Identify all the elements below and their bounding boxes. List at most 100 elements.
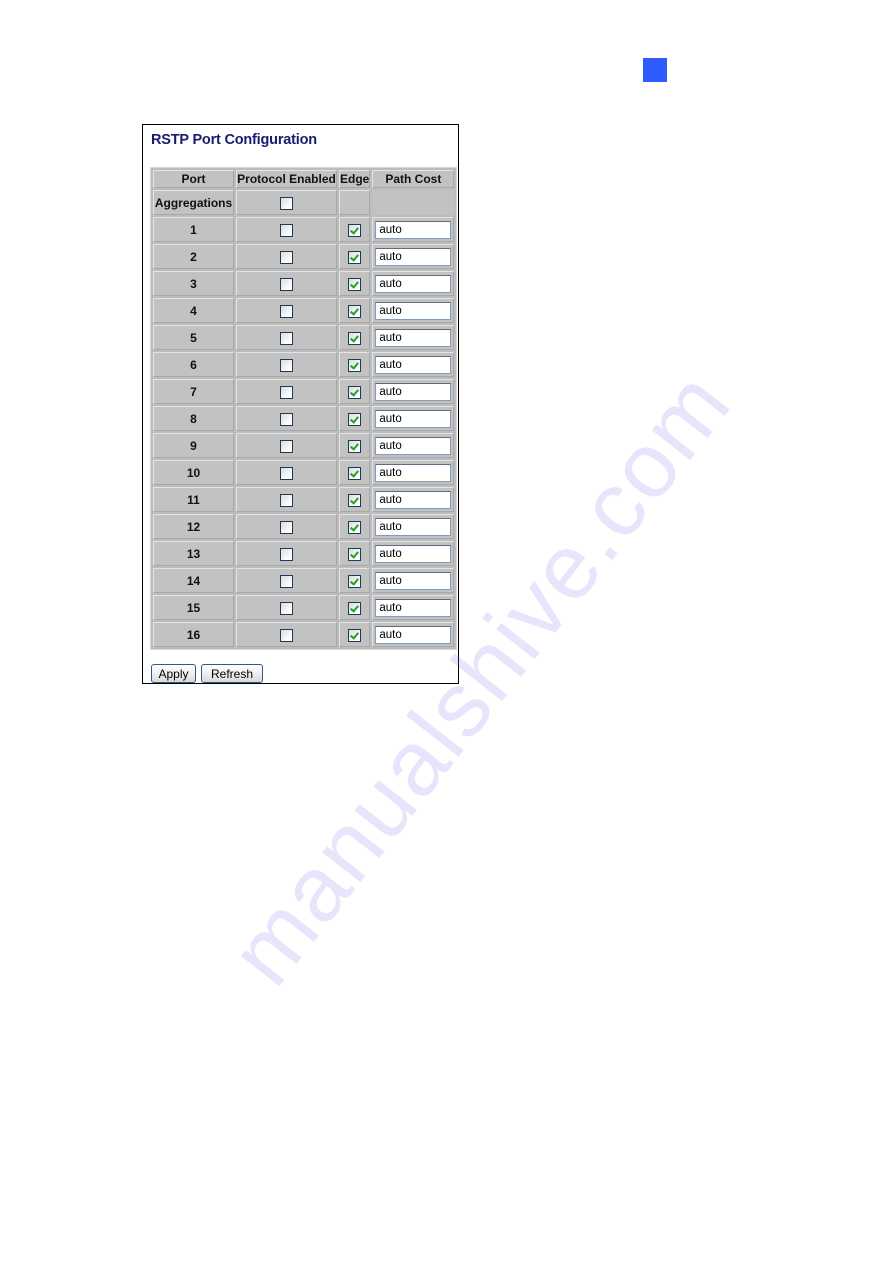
path-cost-input[interactable]: [375, 625, 452, 644]
edge-checkbox[interactable]: [348, 601, 362, 615]
protocol-enabled-cell: [236, 595, 337, 620]
edge-checkbox[interactable]: [348, 574, 362, 588]
port-config-table: Port Protocol Enabled Edge Path Cost Agg…: [150, 167, 458, 650]
table-row: 4: [153, 298, 455, 323]
protocol-enabled-checkbox[interactable]: [280, 439, 293, 453]
path-cost-input[interactable]: [375, 517, 452, 536]
path-cost-input[interactable]: [375, 274, 452, 293]
protocol-enabled-checkbox[interactable]: [280, 223, 293, 237]
port-number: 9: [153, 433, 234, 458]
apply-button[interactable]: Apply: [151, 664, 196, 683]
path-cost-cell: [372, 379, 455, 404]
protocol-enabled-checkbox[interactable]: [280, 574, 293, 588]
path-cost-input[interactable]: [375, 409, 452, 428]
path-cost-input[interactable]: [375, 598, 452, 617]
port-number: 12: [153, 514, 234, 539]
protocol-enabled-cell: [236, 298, 337, 323]
path-cost-cell: [372, 433, 455, 458]
edge-cell: [339, 298, 371, 323]
protocol-enabled-checkbox[interactable]: [280, 331, 293, 345]
protocol-enabled-checkbox[interactable]: [280, 358, 293, 372]
table-row: 2: [153, 244, 455, 269]
port-number: 3: [153, 271, 234, 296]
path-cost-input[interactable]: [375, 382, 452, 401]
protocol-enabled-checkbox[interactable]: [280, 547, 293, 561]
path-cost-cell: [372, 514, 455, 539]
edge-checkbox[interactable]: [348, 331, 362, 345]
protocol-enabled-checkbox[interactable]: [280, 385, 293, 399]
aggregations-protocol-cell: [236, 190, 337, 215]
aggregations-edge-cell: [339, 190, 371, 215]
protocol-enabled-checkbox[interactable]: [280, 304, 293, 318]
protocol-enabled-cell: [236, 460, 337, 485]
path-cost-input[interactable]: [375, 301, 452, 320]
action-buttons: Apply Refresh: [151, 664, 263, 683]
table-row: 8: [153, 406, 455, 431]
path-cost-input[interactable]: [375, 328, 452, 347]
edge-cell: [339, 352, 371, 377]
path-cost-input[interactable]: [375, 355, 452, 374]
protocol-enabled-cell: [236, 217, 337, 242]
table-row: 15: [153, 595, 455, 620]
table-row: 10: [153, 460, 455, 485]
path-cost-input[interactable]: [375, 220, 452, 239]
protocol-enabled-checkbox[interactable]: [280, 277, 293, 291]
edge-checkbox[interactable]: [348, 358, 362, 372]
path-cost-input[interactable]: [375, 463, 452, 482]
edge-checkbox[interactable]: [348, 277, 362, 291]
port-number: 6: [153, 352, 234, 377]
edge-checkbox[interactable]: [348, 520, 362, 534]
edge-checkbox[interactable]: [348, 493, 362, 507]
protocol-enabled-cell: [236, 379, 337, 404]
protocol-enabled-checkbox[interactable]: [280, 466, 293, 480]
table-row: 16: [153, 622, 455, 647]
path-cost-cell: [372, 460, 455, 485]
protocol-enabled-cell: [236, 271, 337, 296]
path-cost-cell: [372, 406, 455, 431]
protocol-enabled-checkbox[interactable]: [280, 628, 293, 642]
path-cost-input[interactable]: [375, 490, 452, 509]
edge-checkbox[interactable]: [348, 466, 362, 480]
protocol-enabled-cell: [236, 433, 337, 458]
aggregations-path-cost-cell: [372, 190, 455, 215]
path-cost-input[interactable]: [375, 436, 452, 455]
edge-checkbox[interactable]: [348, 304, 362, 318]
refresh-button[interactable]: Refresh: [201, 664, 263, 683]
edge-checkbox[interactable]: [348, 547, 362, 561]
aggregations-row: Aggregations: [153, 190, 455, 215]
table-header-row: Port Protocol Enabled Edge Path Cost: [153, 170, 455, 188]
edge-cell: [339, 595, 371, 620]
table-row: 12: [153, 514, 455, 539]
edge-checkbox[interactable]: [348, 223, 362, 237]
path-cost-input[interactable]: [375, 571, 452, 590]
edge-checkbox[interactable]: [348, 439, 362, 453]
protocol-enabled-checkbox[interactable]: [280, 601, 293, 615]
edge-cell: [339, 622, 371, 647]
table-row: 3: [153, 271, 455, 296]
protocol-enabled-checkbox[interactable]: [280, 412, 293, 426]
path-cost-cell: [372, 352, 455, 377]
edge-cell: [339, 433, 371, 458]
port-number: 7: [153, 379, 234, 404]
edge-cell: [339, 487, 371, 512]
chapter-marker: [643, 58, 667, 82]
aggregations-protocol-enabled-checkbox[interactable]: [280, 196, 293, 210]
edge-checkbox[interactable]: [348, 385, 362, 399]
port-number: 2: [153, 244, 234, 269]
path-cost-input[interactable]: [375, 247, 452, 266]
edge-checkbox[interactable]: [348, 628, 362, 642]
path-cost-cell: [372, 622, 455, 647]
protocol-enabled-cell: [236, 352, 337, 377]
path-cost-cell: [372, 244, 455, 269]
protocol-enabled-checkbox[interactable]: [280, 250, 293, 264]
page-title: RSTP Port Configuration: [151, 132, 317, 148]
port-number: 10: [153, 460, 234, 485]
path-cost-cell: [372, 595, 455, 620]
path-cost-input[interactable]: [375, 544, 452, 563]
path-cost-cell: [372, 541, 455, 566]
edge-checkbox[interactable]: [348, 412, 362, 426]
edge-checkbox[interactable]: [348, 250, 362, 264]
table-row: 7: [153, 379, 455, 404]
protocol-enabled-checkbox[interactable]: [280, 520, 293, 534]
protocol-enabled-checkbox[interactable]: [280, 493, 293, 507]
